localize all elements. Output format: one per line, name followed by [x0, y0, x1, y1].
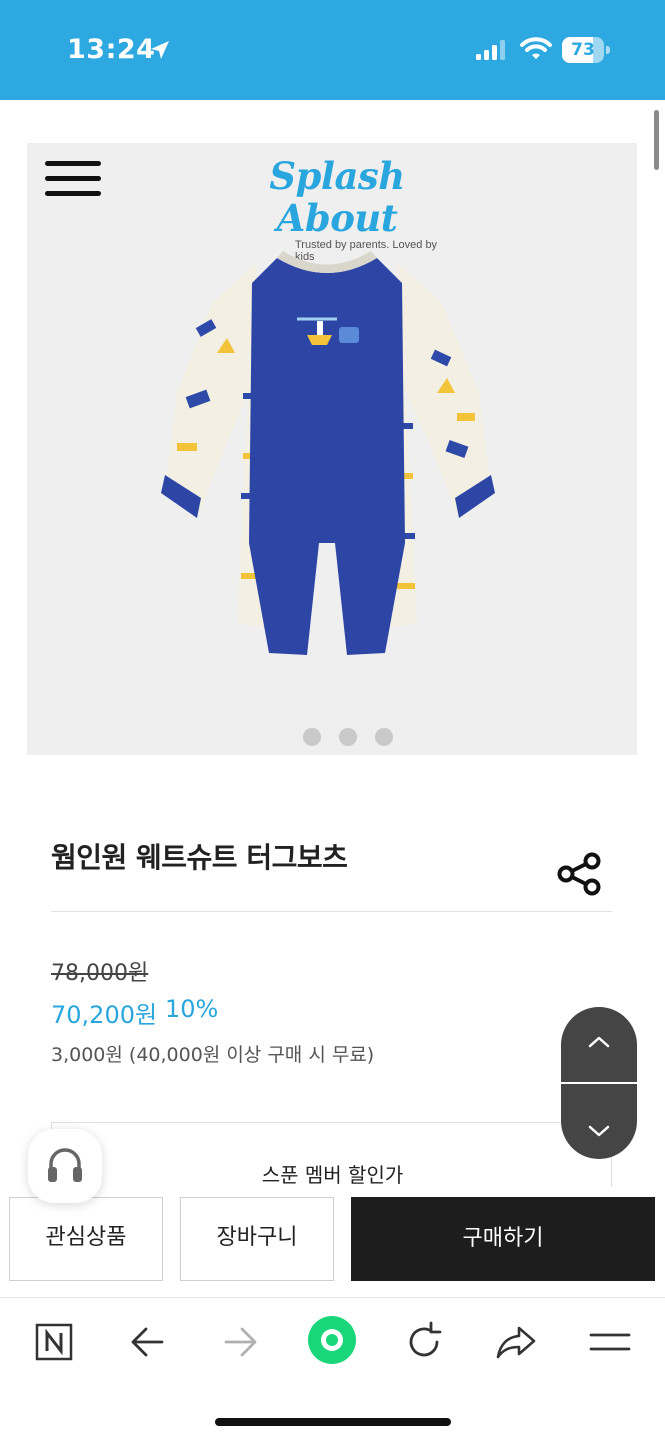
share-arrow-icon[interactable]	[492, 1318, 540, 1366]
divider	[51, 911, 612, 912]
brand-name: Splash About	[269, 154, 405, 240]
browser-toolbar	[0, 1297, 665, 1440]
green-dot-icon[interactable]	[306, 1314, 358, 1366]
battery-indicator: 73	[562, 37, 610, 63]
carousel-dot[interactable]	[303, 728, 321, 746]
battery-percentage: 73	[571, 40, 595, 60]
status-bar: 13:24 73	[0, 0, 665, 100]
menu-icon[interactable]	[586, 1318, 634, 1366]
carousel-dot[interactable]	[375, 728, 393, 746]
status-time: 13:24	[67, 34, 156, 65]
battery-body: 73	[562, 37, 604, 63]
back-icon[interactable]	[124, 1318, 172, 1366]
chevron-down-icon[interactable]	[561, 1083, 637, 1158]
home-indicator[interactable]	[215, 1418, 451, 1426]
wifi-icon	[520, 37, 552, 59]
customer-support-button[interactable]	[28, 1129, 102, 1203]
naver-home-icon[interactable]	[30, 1318, 78, 1366]
share-icon[interactable]	[556, 852, 602, 896]
page-scrollbar[interactable]	[654, 110, 659, 170]
sale-price: 70,200원	[51, 1001, 158, 1029]
product-title: 웜인원 웨트슈트 터그보츠	[51, 841, 348, 874]
wishlist-button[interactable]: 관심상품	[9, 1197, 163, 1281]
carousel-dot[interactable]	[339, 728, 357, 746]
battery-tip	[606, 46, 610, 54]
bottom-action-bar: 관심상품 장바구니 구매하기	[0, 1187, 665, 1297]
scroll-buttons	[561, 1007, 637, 1159]
chevron-up-icon[interactable]	[561, 1007, 637, 1082]
original-price: 78,000원	[51, 961, 149, 986]
hamburger-icon[interactable]	[45, 161, 103, 199]
wetsuit-product-image	[161, 251, 495, 655]
signal-icon	[476, 40, 505, 60]
headset-icon	[48, 1148, 82, 1182]
discount-rate: 10%	[165, 995, 219, 1023]
brand-logo[interactable]: Splash About Trusted by parents. Loved b…	[217, 155, 457, 263]
forward-icon[interactable]	[216, 1318, 264, 1366]
member-discount-label: 스푼 멤버 할인가	[261, 1163, 404, 1187]
add-to-cart-button[interactable]: 장바구니	[180, 1197, 334, 1281]
reload-icon[interactable]	[400, 1318, 448, 1366]
location-arrow-icon	[151, 41, 169, 59]
product-image-carousel[interactable]: Splash About Trusted by parents. Loved b…	[27, 143, 637, 755]
buy-now-button[interactable]: 구매하기	[351, 1197, 655, 1281]
shipping-info: 3,000원 (40,000원 이상 구매 시 무료)	[51, 1044, 375, 1066]
